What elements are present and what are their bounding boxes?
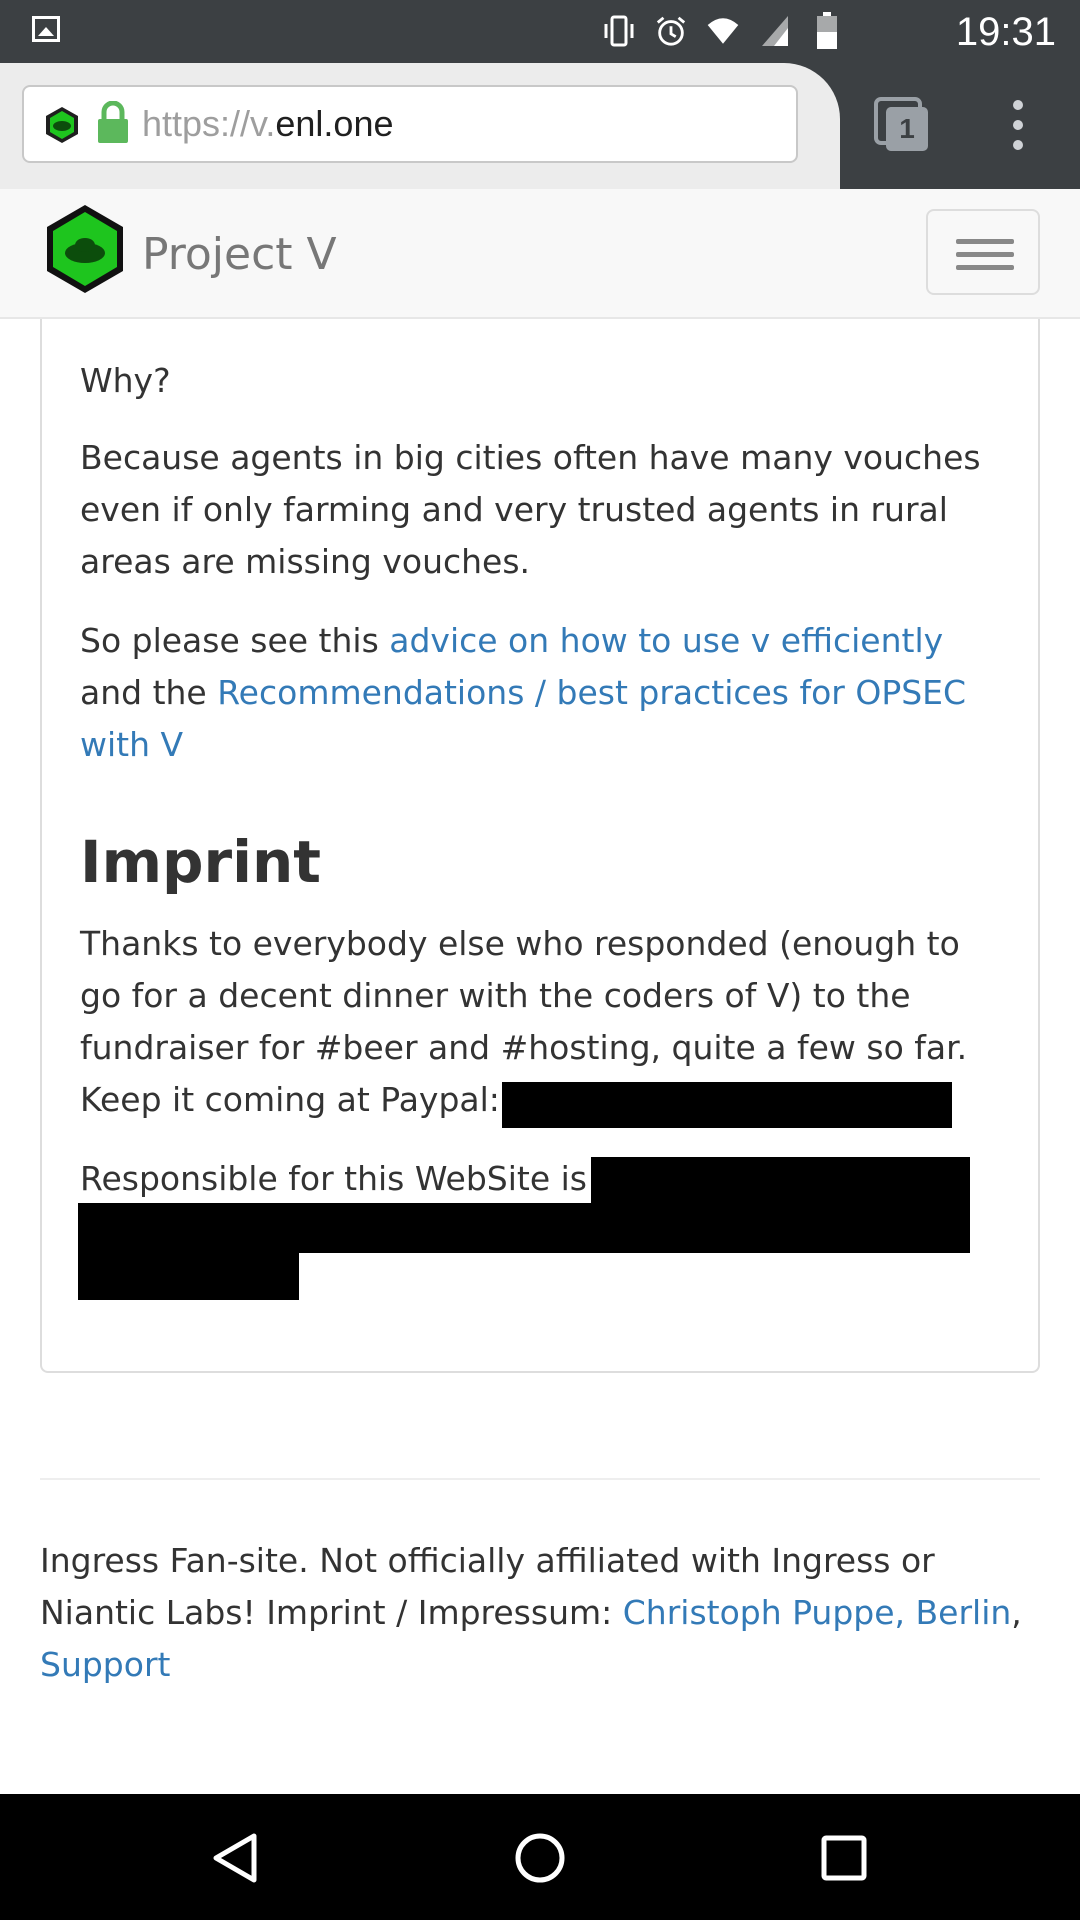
because-paragraph: Because agents in big cities often have … bbox=[80, 438, 981, 581]
omnibox-area: https://v.enl.one bbox=[0, 63, 840, 189]
battery-icon bbox=[810, 12, 844, 49]
footer-divider bbox=[40, 1478, 1040, 1480]
redacted-block bbox=[591, 1157, 970, 1205]
alarm-icon bbox=[654, 14, 688, 48]
support-link[interactable]: Support bbox=[40, 1645, 170, 1684]
system-nav-bar bbox=[0, 1794, 1080, 1920]
please-text: So please see this bbox=[80, 621, 390, 660]
site-favicon-icon bbox=[42, 105, 82, 149]
wifi-icon bbox=[706, 14, 740, 48]
status-bar: 19:31 bbox=[0, 0, 1080, 63]
hamburger-menu-button[interactable] bbox=[926, 209, 1040, 295]
project-v-logo-icon[interactable] bbox=[44, 203, 126, 299]
redacted-block bbox=[78, 1251, 299, 1300]
brand-title[interactable]: Project V bbox=[142, 229, 337, 280]
why-text: Why? bbox=[80, 361, 171, 400]
redacted-paypal bbox=[502, 1082, 952, 1128]
hamburger-bar bbox=[956, 252, 1014, 257]
advice-link[interactable]: advice on how to use v efficiently bbox=[389, 621, 943, 660]
cell-signal-icon bbox=[758, 14, 792, 48]
tab-count: 1 bbox=[899, 113, 915, 144]
url-text: https://v.enl.one bbox=[142, 103, 394, 145]
tab-switcher-button[interactable]: 1 bbox=[872, 95, 932, 155]
hamburger-bar bbox=[956, 239, 1014, 244]
vibrate-icon bbox=[602, 14, 636, 48]
browser-toolbar: https://v.enl.one 1 bbox=[0, 63, 1080, 189]
author-link[interactable]: Christoph Puppe, Berlin bbox=[623, 1593, 1012, 1632]
back-icon[interactable] bbox=[210, 1832, 262, 1884]
imprint-heading: Imprint bbox=[80, 828, 322, 896]
url-scheme: https://v. bbox=[142, 103, 276, 144]
site-navbar: Project V bbox=[0, 189, 1080, 319]
and-the-text: and the bbox=[80, 673, 218, 712]
hamburger-bar bbox=[956, 265, 1014, 270]
footer-text: Ingress Fan-site. Not officially affilia… bbox=[40, 1535, 1050, 1691]
url-host: enl.one bbox=[275, 103, 394, 144]
recents-icon[interactable] bbox=[818, 1832, 870, 1884]
advice-paragraph: So please see this advice on how to use … bbox=[80, 615, 1000, 771]
redacted-block bbox=[78, 1203, 970, 1253]
status-time: 19:31 bbox=[955, 10, 1056, 54]
overflow-menu-icon[interactable] bbox=[998, 95, 1038, 155]
url-bar[interactable]: https://v.enl.one bbox=[22, 85, 798, 163]
lock-icon bbox=[96, 100, 130, 149]
home-icon[interactable] bbox=[514, 1832, 566, 1884]
gallery-notification-icon bbox=[32, 16, 60, 42]
footer-comma: , bbox=[1011, 1593, 1022, 1632]
